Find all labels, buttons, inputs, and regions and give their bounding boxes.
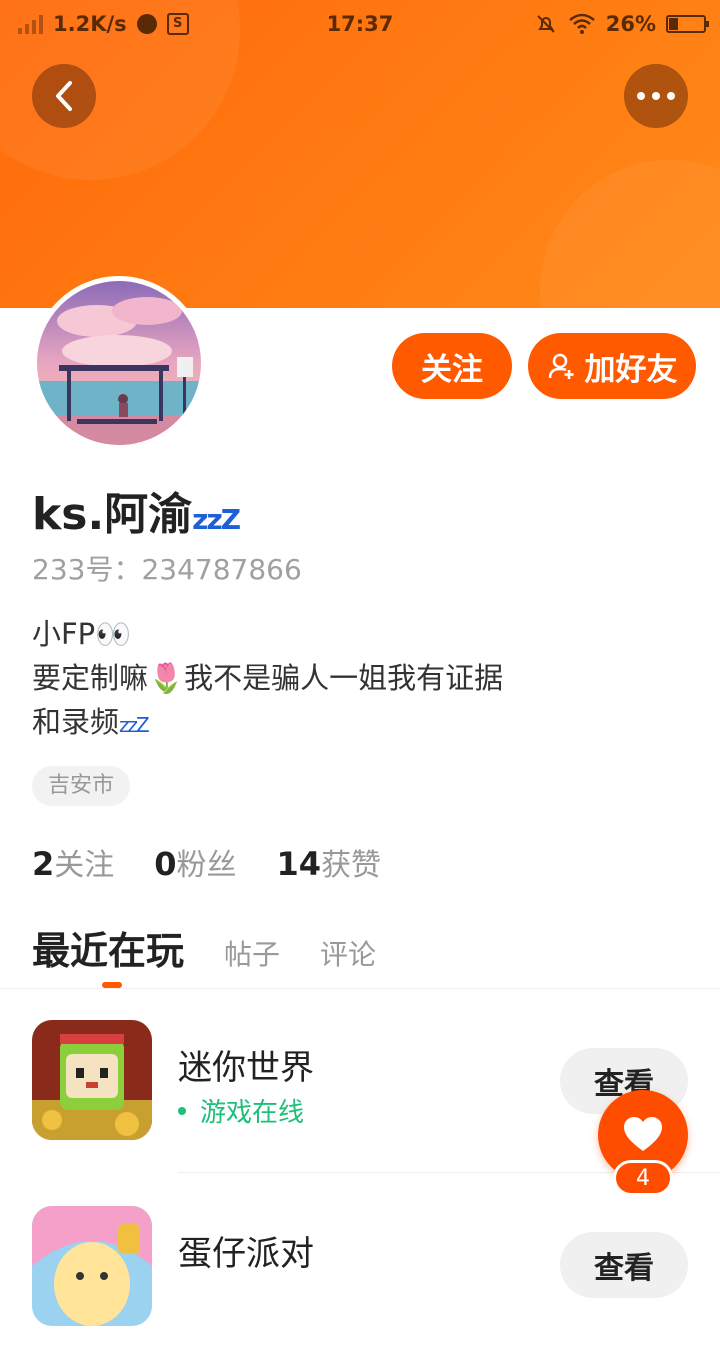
following-label: 关注 — [54, 848, 115, 883]
fans-label: 粉丝 — [176, 848, 237, 883]
stats-row: 2关注 0粉丝 14获赞 — [32, 840, 381, 884]
fans-stat[interactable]: 0粉丝 — [154, 840, 236, 884]
sleep-zzz-icon: zzZ — [192, 503, 241, 536]
profile-tabs: 最近在玩 帖子 评论 — [32, 920, 376, 975]
add-friend-button[interactable]: 加好友 — [528, 333, 696, 399]
follow-button-label: 关注 — [421, 351, 483, 388]
game-name: 迷你世界 — [178, 1048, 314, 1088]
bio-line: 小FP👀 — [32, 617, 132, 651]
avatar-image — [37, 281, 201, 445]
following-stat[interactable]: 2关注 — [32, 840, 114, 884]
location-tag[interactable]: 吉安市 — [32, 766, 131, 806]
status-bar: 1.2K/s S 17:37 26% — [0, 0, 720, 50]
bio: 小FP👀 要定制嘛🌷我不是骗人一姐我有证据 和录频zzZ — [32, 612, 503, 747]
game-icon-eggy-party — [32, 1206, 152, 1326]
add-user-icon — [548, 353, 573, 379]
battery-percent: 26% — [605, 12, 656, 36]
bio-line: 和录频 — [32, 705, 120, 739]
divider — [0, 988, 720, 989]
game-list-item[interactable]: 蛋仔派对 查看 — [0, 1196, 720, 1366]
battery-icon — [666, 15, 709, 33]
fans-count: 0 — [154, 845, 177, 883]
clock: 17:37 — [326, 12, 394, 36]
tab-recently-playing[interactable]: 最近在玩 — [32, 920, 184, 975]
game-status-text: 游戏在线 — [200, 1098, 305, 1128]
likes-label: 获赞 — [321, 848, 382, 883]
more-dots-icon — [637, 92, 675, 100]
chevron-left-icon — [56, 81, 72, 111]
username: ks.阿渝zzZ — [32, 478, 241, 542]
following-count: 2 — [32, 845, 55, 883]
wifi-icon — [568, 13, 595, 34]
view-game-button[interactable]: 查看 — [560, 1232, 688, 1298]
tab-posts[interactable]: 帖子 — [224, 933, 280, 973]
mute-bell-icon — [537, 15, 555, 33]
tab-comments[interactable]: 评论 — [320, 933, 376, 973]
game-name: 蛋仔派对 — [178, 1234, 314, 1274]
online-dot-icon — [178, 1106, 186, 1115]
likes-count: 14 — [276, 845, 322, 883]
heart-icon — [624, 1117, 662, 1151]
likes-stat[interactable]: 14获赞 — [277, 840, 382, 884]
sleep-zzz-icon: zzZ — [119, 713, 150, 737]
like-count-badge: 4 — [613, 1160, 673, 1196]
more-options-button[interactable] — [624, 64, 688, 128]
game-icon-mini-world — [32, 1020, 152, 1140]
avatar[interactable] — [32, 276, 206, 450]
add-friend-label: 加好友 — [584, 351, 678, 388]
username-text: ks.阿渝 — [32, 489, 193, 540]
game-status: 游戏在线 — [178, 1092, 304, 1129]
banner-decoration — [540, 160, 720, 308]
bio-line: 要定制嘛🌷我不是骗人一姐我有证据 — [32, 661, 504, 695]
follow-button[interactable]: 关注 — [392, 333, 512, 399]
user-id: 233号：234787866 — [32, 553, 302, 586]
back-button[interactable] — [32, 64, 96, 128]
